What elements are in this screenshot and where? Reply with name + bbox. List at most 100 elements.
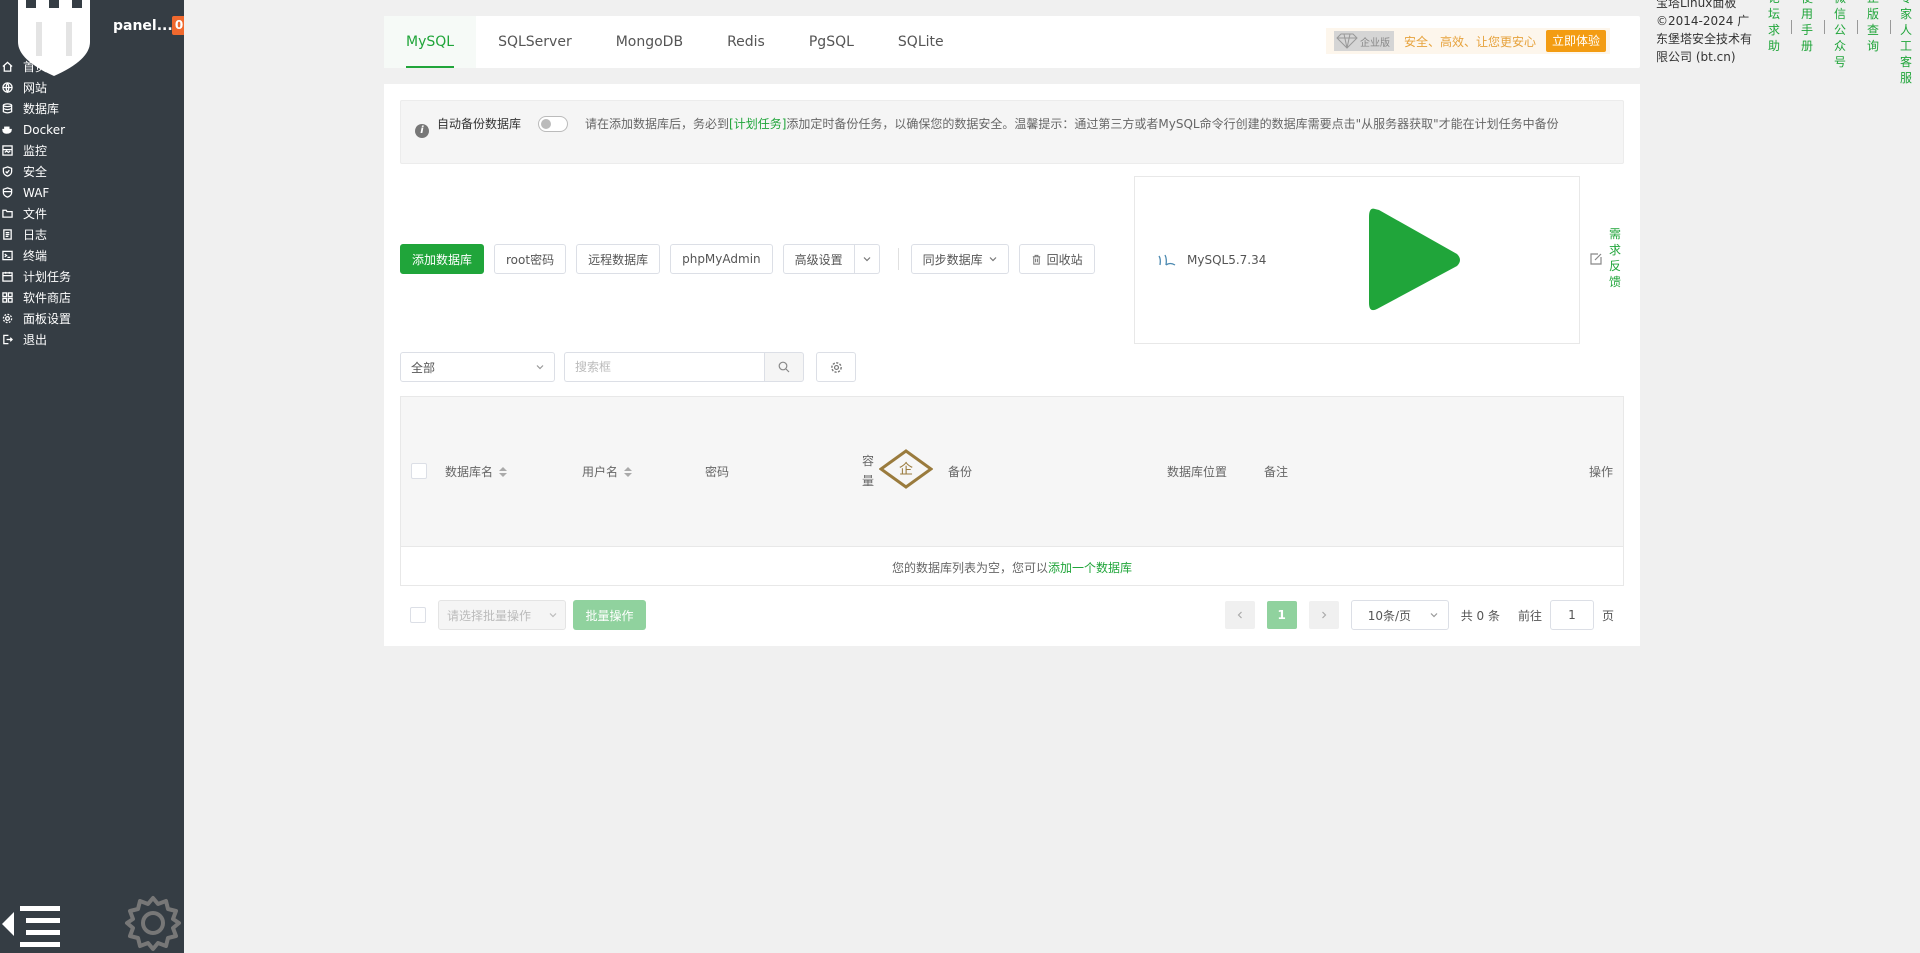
sidebar-item-label: Docker <box>23 122 66 137</box>
enterprise-diamond-icon[interactable]: 企 <box>879 449 933 489</box>
db-type-tabbar: MySQL SQLServer MongoDB Redis PgSQL SQLi… <box>384 16 1640 68</box>
collapse-sidebar-icon[interactable] <box>0 898 62 950</box>
globe-icon <box>1 82 13 94</box>
sidebar-item-logs[interactable]: 日志 <box>0 224 184 245</box>
sidebar-item-cron[interactable]: 计划任务 <box>0 266 184 287</box>
toolbar-divider <box>897 248 899 270</box>
sidebar-item-home[interactable]: 首页 <box>0 56 184 77</box>
col-password: 密码 <box>705 465 730 479</box>
forum-help-link[interactable]: 论坛求助 <box>1768 0 1782 54</box>
chevron-left-icon <box>1237 611 1242 619</box>
chevron-down-icon <box>989 257 997 262</box>
empty-text: 您的数据库列表为空，您可以 <box>891 560 1048 575</box>
sidebar: panel.... 0 首页 网站 数据库 Docker 监控 安全 WAF 文… <box>0 0 184 953</box>
remote-database-button[interactable]: 远程数据库 <box>576 244 661 274</box>
sidebar-item-store[interactable]: 软件商店 <box>0 287 184 308</box>
next-page-button[interactable] <box>1308 601 1339 629</box>
select-all-checkbox[interactable] <box>411 463 427 479</box>
sidebar-item-docker[interactable]: Docker <box>0 119 184 140</box>
search-button[interactable] <box>764 352 804 382</box>
col-location: 数据库位置 <box>1167 465 1228 479</box>
tab-mysql[interactable]: MySQL <box>384 16 477 68</box>
advanced-settings-button[interactable]: 高级设置 <box>782 244 855 274</box>
enterprise-diamond-label: 企 <box>899 461 913 478</box>
sidebar-item-logout[interactable]: 退出 <box>0 329 184 350</box>
sidebar-item-label: 计划任务 <box>23 270 72 284</box>
calendar-icon <box>1 271 13 283</box>
mysql-video-card[interactable]: MySQL5.7.34 <box>1134 176 1580 344</box>
sidebar-item-waf[interactable]: WAF <box>0 182 184 203</box>
pagination: 1 10条/页 共 0 条 前往 页 <box>1224 600 1614 630</box>
sidebar-item-security[interactable]: 安全 <box>0 161 184 182</box>
backup-tip-text: 请在添加数据库后，务必到[计划任务]添加定时备份任务，以确保您的数据安全。温馨提… <box>437 115 1607 134</box>
tab-sqlite[interactable]: SQLite <box>876 16 966 68</box>
sidebar-item-website[interactable]: 网站 <box>0 77 184 98</box>
page-number[interactable]: 1 <box>1266 601 1297 629</box>
db-category-select[interactable]: 全部 <box>400 352 555 382</box>
feedback-button[interactable]: 需求反馈 <box>1589 226 1629 296</box>
prev-page-button[interactable] <box>1224 601 1255 629</box>
chevron-down-icon <box>536 365 544 370</box>
col-username-label: 用户名 <box>582 465 619 479</box>
phpmyadmin-button[interactable]: phpMyAdmin <box>670 244 773 274</box>
wechat-link[interactable]: 微信公众号 <box>1834 0 1848 70</box>
db-toolbar: 添加数据库 root密码 远程数据库 phpMyAdmin 高级设置 同步数据库… <box>400 244 1105 274</box>
sidebar-item-label: 终端 <box>23 249 48 263</box>
search-input[interactable] <box>564 352 764 382</box>
advanced-settings-dropdown[interactable] <box>854 244 880 274</box>
add-database-link[interactable]: 添加一个数据库 <box>1048 559 1132 576</box>
link-separator <box>1824 20 1825 34</box>
sidebar-nav: 首页 网站 数据库 Docker 监控 安全 WAF 文件 日志 终端 计划任务… <box>0 56 184 350</box>
col-username[interactable]: 用户名 <box>582 463 633 480</box>
tab-mongodb[interactable]: MongoDB <box>594 16 705 68</box>
batch-operation-select[interactable]: 请选择批量操作 <box>438 600 566 630</box>
link-separator <box>1890 20 1891 34</box>
goto-page-input[interactable] <box>1549 600 1594 630</box>
log-icon <box>1 229 13 241</box>
docker-icon <box>1 124 13 136</box>
tab-redis[interactable]: Redis <box>705 16 787 68</box>
sidebar-item-label: 数据库 <box>23 102 60 116</box>
server-badge[interactable]: 0 <box>172 16 184 35</box>
add-database-button[interactable]: 添加数据库 <box>400 244 485 274</box>
server-name[interactable]: panel.... <box>113 18 178 34</box>
tab-pgsql[interactable]: PgSQL <box>787 16 876 68</box>
col-backup: 备份 <box>948 465 973 479</box>
sync-database-button[interactable]: 同步数据库 <box>910 244 1009 274</box>
col-database-name[interactable]: 数据库名 <box>445 463 508 480</box>
manual-link[interactable]: 使用手册 <box>1801 0 1815 54</box>
page-size-value: 10条/页 <box>1367 608 1412 623</box>
search-box <box>564 352 804 382</box>
auto-backup-label: 自动备份数据库 <box>437 117 522 131</box>
mysql-panel: i 请在添加数据库后，务必到[计划任务]添加定时备份任务，以确保您的数据安全。温… <box>384 84 1640 646</box>
sidebar-item-monitor[interactable]: 监控 <box>0 140 184 161</box>
enterprise-tag-label: 企业版 <box>1360 37 1390 49</box>
try-enterprise-button[interactable]: 立即体验 <box>1546 30 1607 52</box>
page-size-select[interactable]: 10条/页 <box>1350 600 1449 630</box>
root-password-button[interactable]: root密码 <box>494 244 567 274</box>
sidebar-item-files[interactable]: 文件 <box>0 203 184 224</box>
chevron-down-icon <box>863 257 871 262</box>
expert-support-link[interactable]: 专家人工客服 <box>1900 0 1914 86</box>
sidebar-item-terminal[interactable]: 终端 <box>0 245 184 266</box>
col-capacity: 容量 <box>862 454 875 488</box>
column-settings-button[interactable] <box>816 352 856 382</box>
settings-gear-icon[interactable] <box>122 892 184 953</box>
sidebar-item-settings[interactable]: 面板设置 <box>0 308 184 329</box>
tab-sqlserver[interactable]: SQLServer <box>476 16 594 68</box>
enterprise-promo: 企业版 安全、高效、让您更安心 立即体验 <box>1326 28 1611 54</box>
license-check-link[interactable]: 正版查询 <box>1867 0 1881 54</box>
tip-text-before: 请在添加数据库后，务必到 <box>585 117 730 131</box>
sidebar-item-database[interactable]: 数据库 <box>0 98 184 119</box>
copyright-text: 宝塔Linux面板 ©2014-2024 广东堡塔安全技术有限公司 (bt.cn… <box>1656 0 1753 64</box>
sidebar-item-label: 面板设置 <box>23 312 72 326</box>
auto-backup-toggle[interactable] <box>538 116 568 132</box>
col-database-name-label: 数据库名 <box>445 465 494 479</box>
db-type-tabs: MySQL SQLServer MongoDB Redis PgSQL SQLi… <box>384 16 966 68</box>
batch-operation-button[interactable]: 批量操作 <box>573 600 646 630</box>
cron-task-link[interactable]: [计划任务] <box>729 117 786 131</box>
footer-select-all-checkbox[interactable] <box>410 607 426 623</box>
recycle-bin-button[interactable]: 回收站 <box>1018 244 1095 274</box>
play-icon[interactable] <box>1367 203 1463 317</box>
terminal-icon <box>1 250 13 262</box>
